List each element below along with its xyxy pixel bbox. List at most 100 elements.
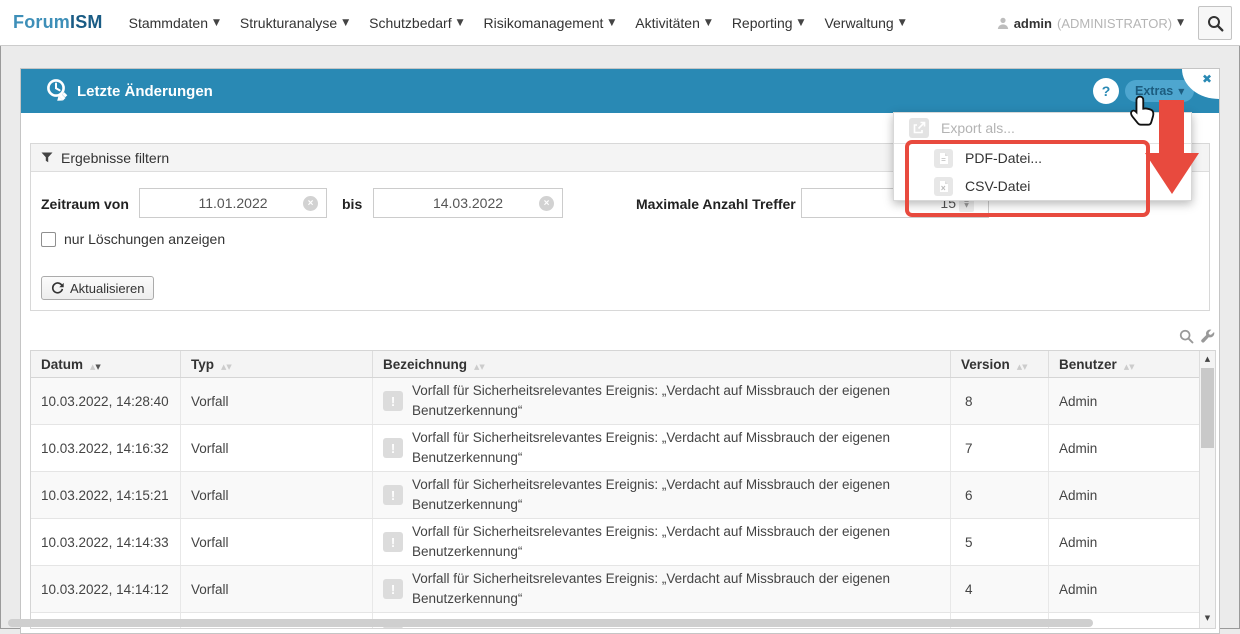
nav-item-label: Aktivitäten [635, 15, 700, 31]
nav-menu-item[interactable]: Schutzbedarf ▼ [369, 15, 463, 31]
table-toolbar [1179, 329, 1215, 344]
table-row[interactable]: 10.03.2022, 14:28:40 Vorfall ! Vorfall f… [31, 378, 1215, 425]
chevron-down-icon: ▼ [1177, 18, 1184, 28]
table-row[interactable]: 10.03.2022, 14:16:32 Vorfall ! Vorfall f… [31, 425, 1215, 472]
cell-bezeichnung: ! Vorfall für Sicherheitsrelevantes Erei… [373, 472, 951, 518]
sort-icons: ▲▼ [1017, 357, 1028, 372]
cell-version: 5 [951, 519, 1049, 565]
cell-datum: 10.03.2022, 14:15:21 [31, 472, 181, 518]
menu-item-export-als[interactable]: Export als... [894, 113, 1191, 144]
horizontal-scrollbar[interactable] [8, 619, 1093, 627]
nav-menu-item[interactable]: Aktivitäten ▼ [635, 15, 712, 31]
filter-icon [41, 152, 53, 163]
bezeichnung-text: Vorfall für Sicherheitsrelevantes Ereign… [412, 381, 942, 420]
main-menu: Stammdaten ▼ Strukturanalyse ▼ Schutzbed… [129, 15, 906, 31]
cell-typ: Vorfall [181, 378, 373, 424]
table-body: 10.03.2022, 14:28:40 Vorfall ! Vorfall f… [31, 378, 1215, 613]
clear-date-to-icon[interactable]: × [539, 196, 554, 211]
vertical-scrollbar[interactable]: ▲ ▼ [1199, 351, 1215, 628]
zeitraum-von-label: Zeitraum von [41, 196, 129, 212]
wrench-icon[interactable] [1200, 329, 1215, 344]
chevron-down-icon: ▼ [1178, 87, 1184, 96]
app-logo[interactable]: ForumISM [13, 12, 103, 33]
application-window: ForumISM Stammdaten ▼ Strukturanalyse ▼ … [0, 0, 1240, 629]
chevron-down-icon: ▼ [798, 18, 805, 28]
extras-button[interactable]: Extras ▼ [1125, 80, 1194, 102]
cell-typ: Vorfall [181, 566, 373, 612]
nav-menu-item[interactable]: Reporting ▼ [732, 15, 805, 31]
bezeichnung-text: Vorfall für Sicherheitsrelevantes Ereign… [412, 428, 942, 467]
cell-datum: 10.03.2022, 14:28:40 [31, 378, 181, 424]
clear-date-from-icon[interactable]: × [303, 196, 318, 211]
logo-part-ism: ISM [70, 12, 103, 32]
cell-typ: Vorfall [181, 472, 373, 518]
column-label: Version [961, 357, 1010, 372]
nur-loeschungen-label: nur Löschungen anzeigen [64, 231, 225, 247]
nav-menu-item[interactable]: Verwaltung ▼ [824, 15, 905, 31]
page-title: Letzte Änderungen [77, 69, 213, 113]
scroll-up-icon[interactable]: ▲ [1200, 352, 1215, 367]
cell-datum: 10.03.2022, 14:14:12 [31, 566, 181, 612]
help-button[interactable]: ? [1093, 78, 1119, 104]
chevron-down-icon: ▼ [705, 18, 712, 28]
bis-label: bis [342, 196, 362, 212]
cell-benutzer: Admin [1049, 472, 1201, 518]
column-header-benutzer[interactable]: Benutzer ▲▼ [1049, 351, 1201, 377]
search-icon [1207, 15, 1224, 32]
scrollbar-thumb[interactable] [1201, 368, 1214, 448]
chevron-down-icon: ▼ [457, 18, 464, 28]
table-search-icon[interactable] [1179, 329, 1194, 344]
table-header-row: Datum ▲▼ Typ ▲▼ Bezeichnung ▲▼ Version ▲… [31, 351, 1215, 378]
cell-benutzer: Admin [1049, 519, 1201, 565]
export-icon [909, 118, 929, 138]
bezeichnung-text: Vorfall für Sicherheitsrelevantes Ereign… [412, 475, 942, 514]
user-menu[interactable]: admin (ADMINISTRATOR) ▼ [997, 0, 1184, 46]
column-header-bezeichnung[interactable]: Bezeichnung ▲▼ [373, 351, 951, 377]
cell-benutzer: Admin [1049, 566, 1201, 612]
aktualisieren-label: Aktualisieren [70, 281, 144, 296]
nav-item-label: Reporting [732, 15, 793, 31]
nav-menu-item[interactable]: Stammdaten ▼ [129, 15, 220, 31]
export-als-label: Export als... [941, 120, 1015, 136]
nav-menu-item[interactable]: Strukturanalyse ▼ [240, 15, 349, 31]
nav-item-label: Verwaltung [824, 15, 893, 31]
max-treffer-label: Maximale Anzahl Treffer [636, 196, 796, 212]
bezeichnung-text: Vorfall für Sicherheitsrelevantes Ereign… [412, 522, 942, 561]
sort-icons: ▲▼ [90, 357, 101, 372]
nur-loeschungen-checkbox[interactable] [41, 232, 56, 247]
cell-datum: 10.03.2022, 14:14:33 [31, 519, 181, 565]
nav-item-label: Stammdaten [129, 15, 208, 31]
cell-benutzer: Admin [1049, 425, 1201, 471]
menu-item-csv-datei[interactable]: CSV-Datei [894, 172, 1191, 200]
cell-version: 4 [951, 566, 1049, 612]
column-header-datum[interactable]: Datum ▲▼ [31, 351, 181, 377]
date-to-input[interactable] [373, 188, 563, 218]
exclamation-icon: ! [383, 391, 403, 411]
table-row[interactable]: 10.03.2022, 14:14:12 Vorfall ! Vorfall f… [31, 566, 1215, 613]
date-from-input[interactable] [139, 188, 327, 218]
column-header-typ[interactable]: Typ ▲▼ [181, 351, 373, 377]
top-navigation-bar: ForumISM Stammdaten ▼ Strukturanalyse ▼ … [0, 0, 1240, 46]
close-icon: ✖ [1202, 72, 1212, 86]
menu-item-pdf-datei[interactable]: PDF-Datei... [894, 144, 1191, 172]
chevron-down-icon: ▼ [899, 18, 906, 28]
column-label: Benutzer [1059, 357, 1117, 372]
column-header-version[interactable]: Version ▲▼ [951, 351, 1049, 377]
nav-item-label: Risikomanagement [484, 15, 604, 31]
extras-dropdown-menu: Export als... PDF-Datei... CSV-Datei [893, 112, 1192, 201]
nav-item-label: Schutzbedarf [369, 15, 452, 31]
cell-bezeichnung: ! Vorfall für Sicherheitsrelevantes Erei… [373, 378, 951, 424]
global-search-button[interactable] [1198, 6, 1232, 40]
cell-benutzer: Admin [1049, 378, 1201, 424]
table-row[interactable]: 10.03.2022, 14:14:33 Vorfall ! Vorfall f… [31, 519, 1215, 566]
user-icon [997, 17, 1009, 30]
nav-menu-item[interactable]: Risikomanagement ▼ [484, 15, 616, 31]
cell-version: 7 [951, 425, 1049, 471]
history-edit-icon [45, 78, 72, 104]
scroll-down-icon[interactable]: ▼ [1200, 611, 1215, 626]
chevron-down-icon: ▼ [213, 18, 220, 28]
aktualisieren-button[interactable]: Aktualisieren [41, 276, 154, 300]
table-row[interactable]: 10.03.2022, 14:15:21 Vorfall ! Vorfall f… [31, 472, 1215, 519]
extras-label: Extras [1135, 84, 1173, 98]
cell-typ: Vorfall [181, 519, 373, 565]
